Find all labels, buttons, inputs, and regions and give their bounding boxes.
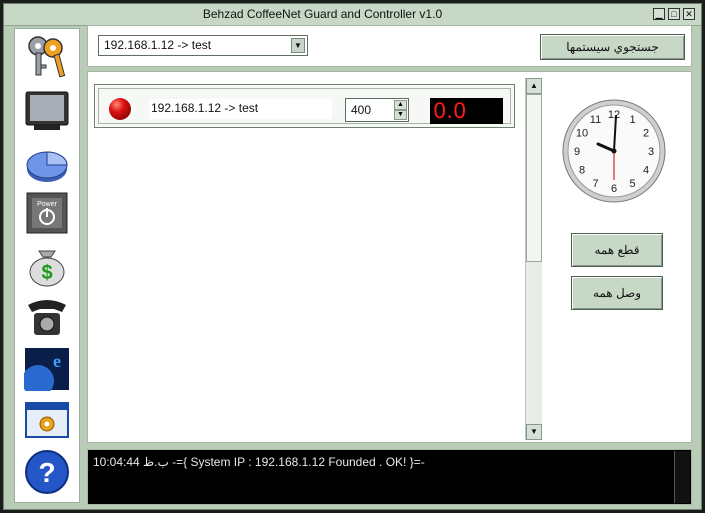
clock-numeral: 1 xyxy=(629,114,635,126)
monitor-icon[interactable] xyxy=(23,89,71,133)
svg-text:$: $ xyxy=(41,262,52,284)
keys-icon[interactable] xyxy=(23,35,71,79)
minimize-button[interactable]: ▁ xyxy=(653,8,665,20)
close-button[interactable]: ✕ xyxy=(683,8,695,20)
status-led-icon xyxy=(109,98,131,120)
sidebar: Power $ e ? xyxy=(14,28,80,503)
search-systems-button[interactable]: جستجوي سيستمها xyxy=(540,34,685,60)
disconnect-all-button[interactable]: قطع همه xyxy=(571,233,663,267)
rate-stepper[interactable]: 400 ▲ ▼ xyxy=(345,98,409,122)
systems-scrollbar[interactable]: ▲ ▼ xyxy=(525,78,542,440)
help-icon[interactable]: ? xyxy=(23,450,71,494)
log-scrollbar[interactable] xyxy=(674,451,690,503)
clock-numeral: 3 xyxy=(648,146,654,158)
log-panel: 10:04:44 ب.ظ -={ System IP : 192.168.1.1… xyxy=(87,449,692,505)
pie-chart-icon[interactable] xyxy=(23,142,71,186)
settings-window-icon[interactable] xyxy=(23,399,71,443)
stepper-up-icon[interactable]: ▲ xyxy=(394,100,407,110)
clock-numeral: 4 xyxy=(643,165,649,177)
systems-list: 192.168.1.12 -> test 400 ▲ ▼ 0.0 xyxy=(88,72,525,440)
chevron-down-icon[interactable]: ▼ xyxy=(291,38,305,53)
scroll-up-icon[interactable]: ▲ xyxy=(526,78,542,94)
clock-numeral: 5 xyxy=(629,178,635,190)
money-bag-icon[interactable]: $ xyxy=(23,243,71,287)
power-icon[interactable]: Power xyxy=(23,191,71,235)
clock-numeral: 2 xyxy=(643,128,649,140)
log-line: 10:04:44 ب.ظ -={ System IP : 192.168.1.1… xyxy=(93,455,425,469)
clock-numeral: 8 xyxy=(579,165,585,177)
window-title: Behzad CoffeeNet Guard and Controller v1… xyxy=(202,7,443,21)
system-row[interactable]: 192.168.1.12 -> test 400 ▲ ▼ 0.0 xyxy=(94,84,515,128)
clock-numeral: 11 xyxy=(590,114,601,126)
maximize-button[interactable]: □ xyxy=(668,8,680,20)
clock-numeral: 12 xyxy=(608,109,620,121)
internet-explorer-icon[interactable]: e xyxy=(23,347,71,391)
connect-all-button[interactable]: وصل همه xyxy=(571,276,663,310)
scrollbar-thumb[interactable] xyxy=(526,94,542,262)
toolbar: 192.168.1.12 -> test ▼ جستجوي سيستمها xyxy=(87,25,692,67)
svg-text:?: ? xyxy=(38,457,55,488)
stepper-down-icon[interactable]: ▼ xyxy=(394,110,407,120)
clock-numeral: 9 xyxy=(574,146,580,158)
telephone-icon[interactable] xyxy=(23,295,71,339)
rate-value: 400 xyxy=(351,103,372,117)
scroll-down-icon[interactable]: ▼ xyxy=(526,424,542,440)
clock-numeral: 6 xyxy=(611,183,617,195)
clock-numeral: 7 xyxy=(592,178,598,190)
clock-numeral: 10 xyxy=(576,128,588,140)
system-select[interactable]: 192.168.1.12 -> test ▼ xyxy=(98,35,308,56)
analog-clock: 12 1 2 3 4 5 6 7 8 9 10 11 xyxy=(561,98,667,204)
system-name: 192.168.1.12 -> test xyxy=(149,99,332,119)
usage-timer: 0.0 xyxy=(430,98,503,124)
svg-text:Power: Power xyxy=(37,201,58,208)
title-bar[interactable]: Behzad CoffeeNet Guard and Controller v1… xyxy=(4,4,701,26)
svg-text:e: e xyxy=(53,351,61,371)
system-select-value: 192.168.1.12 -> test xyxy=(104,38,212,52)
